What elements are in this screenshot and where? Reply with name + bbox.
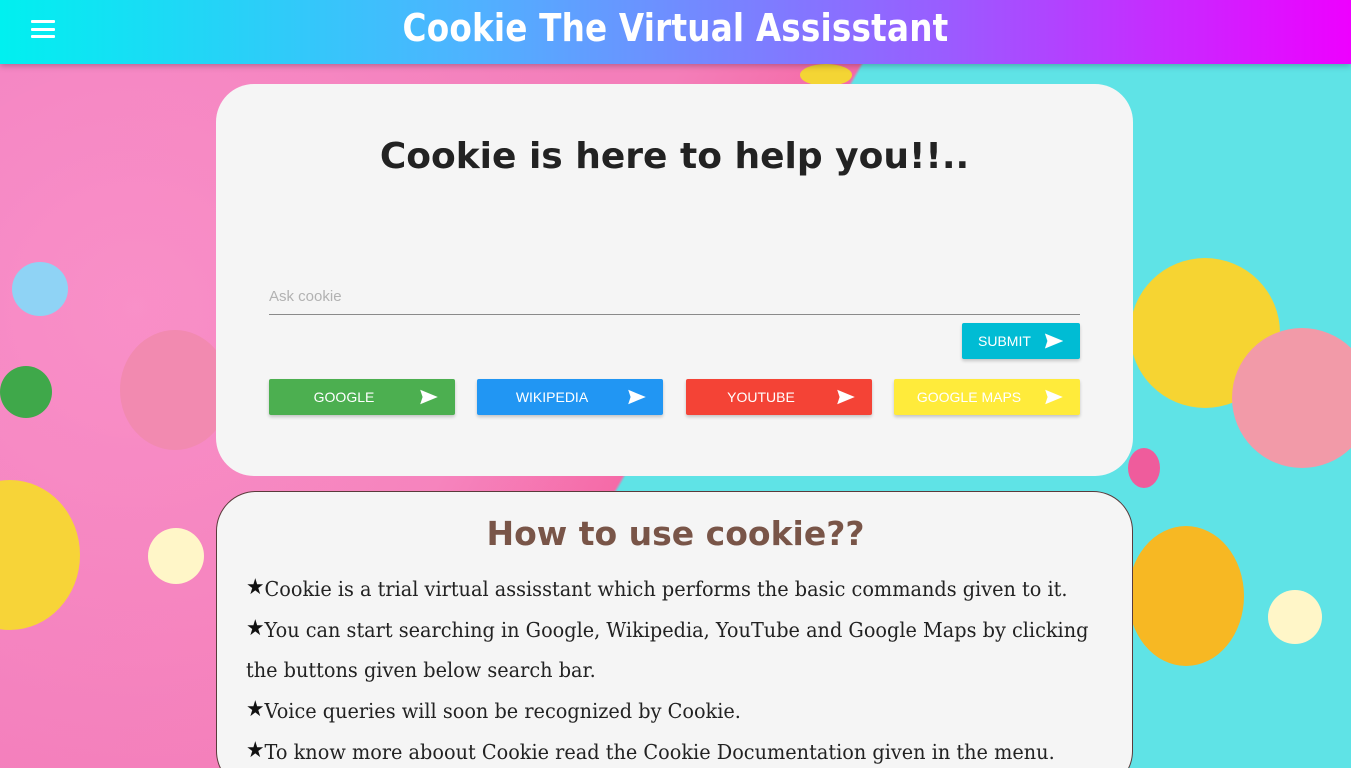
- send-icon: [628, 389, 646, 405]
- wikipedia-search-button[interactable]: WIKIPEDIA: [477, 379, 663, 415]
- app-title: Cookie The Virtual Assisstant: [402, 6, 949, 50]
- list-item: ★Cookie is a trial virtual assisstant wh…: [246, 568, 1111, 609]
- list-item-text: Cookie is a trial virtual assisstant whi…: [264, 577, 1068, 601]
- list-item-text: the buttons given below search bar.: [246, 658, 596, 682]
- macaron-decoration: [148, 528, 204, 584]
- macaron-decoration: [0, 366, 52, 418]
- how-to-use-panel: How to use cookie?? ★Cookie is a trial v…: [216, 491, 1133, 768]
- list-item-text: To know more aboout Cookie read the Cook…: [264, 740, 1055, 764]
- youtube-search-button[interactable]: YOUTUBE: [686, 379, 872, 415]
- macaron-decoration: [12, 262, 68, 316]
- youtube-button-label: YOUTUBE: [727, 389, 795, 405]
- wikipedia-button-label: WIKIPEDIA: [515, 389, 589, 405]
- send-icon: [1044, 333, 1064, 349]
- submit-button[interactable]: SUBMIT: [962, 323, 1080, 359]
- menu-icon[interactable]: [30, 18, 56, 40]
- list-item: ★To know more aboout Cookie read the Coo…: [246, 731, 1111, 768]
- star-icon: ★: [246, 738, 265, 763]
- send-icon: [420, 389, 438, 405]
- card-heading: Cookie is here to help you!!..: [379, 136, 970, 177]
- top-app-bar: Cookie The Virtual Assisstant: [0, 0, 1351, 64]
- google-button-label: GOOGLE: [313, 389, 375, 405]
- google-maps-button-label: GOOGLE MAPS: [916, 389, 1022, 405]
- macaron-decoration: [800, 64, 852, 86]
- macaron-decoration: [120, 330, 230, 450]
- star-icon: ★: [246, 697, 265, 722]
- google-maps-search-button[interactable]: GOOGLE MAPS: [894, 379, 1080, 415]
- macaron-decoration: [1128, 526, 1244, 666]
- menu-icon-line: [31, 20, 55, 23]
- macaron-decoration: [1268, 590, 1322, 644]
- search-card: Cookie is here to help you!!.. SUBMIT GO…: [216, 84, 1133, 476]
- how-to-title: How to use cookie??: [486, 514, 865, 553]
- list-item-text: Voice queries will soon be recognized by…: [264, 699, 741, 723]
- send-icon: [1045, 389, 1063, 405]
- ask-cookie-input[interactable]: [269, 278, 1080, 315]
- menu-icon-line: [31, 35, 55, 38]
- macaron-decoration: [1128, 448, 1160, 488]
- how-to-list: ★Cookie is a trial virtual assisstant wh…: [246, 568, 1116, 768]
- list-item: ★Voice queries will soon be recognized b…: [246, 690, 1111, 731]
- star-icon: ★: [246, 575, 265, 600]
- list-item: ★You can start searching in Google, Wiki…: [246, 609, 1111, 650]
- star-icon: ★: [246, 616, 265, 641]
- list-item-text: You can start searching in Google, Wikip…: [264, 618, 1089, 642]
- send-icon: [837, 389, 855, 405]
- google-search-button[interactable]: GOOGLE: [269, 379, 455, 415]
- submit-button-label: SUBMIT: [978, 333, 1031, 349]
- menu-icon-line: [31, 27, 55, 31]
- list-item: the buttons given below search bar.: [246, 650, 1111, 690]
